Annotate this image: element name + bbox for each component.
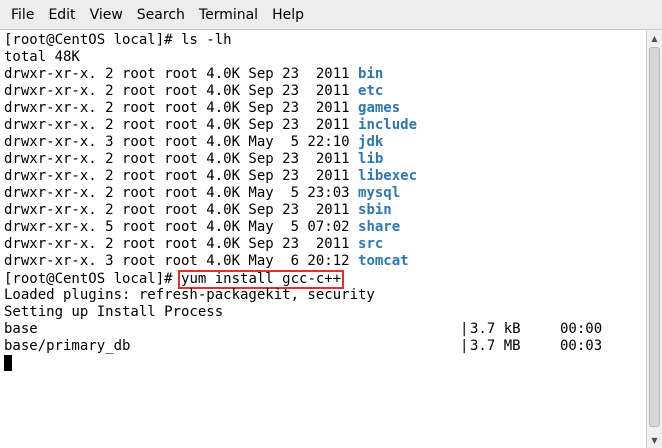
listing-perms: drwxr-xr-x. 2 root root 4.0K Sep 23 2011 — [4, 151, 359, 167]
repo-size: 3.7 kB — [470, 321, 521, 337]
repo-name: base/primary_db — [4, 338, 131, 354]
listing-row: drwxr-xr-x. 2 root root 4.0K Sep 23 2011… — [4, 202, 644, 219]
repo-size: 3.7 MB — [470, 338, 521, 354]
prompt-line: [root@CentOS local]# ls -lh — [4, 32, 232, 48]
listing-row: drwxr-xr-x. 2 root root 4.0K Sep 23 2011… — [4, 117, 644, 134]
menu-file[interactable]: File — [4, 0, 41, 30]
terminal-output[interactable]: [root@CentOS local]# ls -lh total 48K dr… — [4, 30, 644, 448]
directory-name: games — [358, 100, 401, 116]
repo-separator: | — [460, 338, 469, 354]
repo-time: 00:00 — [560, 321, 603, 337]
listing-perms: drwxr-xr-x. 2 root root 4.0K Sep 23 2011 — [4, 202, 359, 218]
listing-row: drwxr-xr-x. 2 root root 4.0K Sep 23 2011… — [4, 151, 644, 168]
directory-name: tomcat — [358, 253, 409, 269]
listing-row: drwxr-xr-x. 2 root root 4.0K Sep 23 2011… — [4, 236, 644, 253]
listing-perms: drwxr-xr-x. 2 root root 4.0K Sep 23 2011 — [4, 168, 359, 184]
listing-perms: drwxr-xr-x. 3 root root 4.0K May 5 22:10 — [4, 134, 359, 150]
listing-perms: drwxr-xr-x. 2 root root 4.0K Sep 23 2011 — [4, 66, 359, 82]
directory-name: bin — [358, 66, 384, 82]
directory-name: jdk — [358, 134, 384, 150]
listing-row: drwxr-xr-x. 2 root root 4.0K Sep 23 2011… — [4, 168, 644, 185]
listing-perms: drwxr-xr-x. 2 root root 4.0K Sep 23 2011 — [4, 117, 359, 133]
vertical-scrollbar[interactable]: ▲ ▼ — [646, 30, 662, 448]
listing-row: drwxr-xr-x. 2 root root 4.0K May 5 23:03… — [4, 185, 644, 202]
prompt: [root@CentOS local]# — [4, 271, 182, 287]
arrow-down-icon[interactable]: ▼ — [647, 432, 662, 448]
repo-name: base — [4, 321, 38, 337]
directory-name: sbin — [358, 202, 392, 218]
menu-search[interactable]: Search — [130, 0, 192, 30]
listing-row: drwxr-xr-x. 2 root root 4.0K Sep 23 2011… — [4, 83, 644, 100]
directory-name: libexec — [358, 168, 418, 184]
listing-perms: drwxr-xr-x. 3 root root 4.0K May 6 20:12 — [4, 253, 359, 269]
directory-name: include — [358, 117, 418, 133]
listing-perms: drwxr-xr-x. 2 root root 4.0K May 5 23:03 — [4, 185, 359, 201]
listing-row: drwxr-xr-x. 2 root root 4.0K Sep 23 2011… — [4, 100, 644, 117]
repo-row: base/primary_db | 3.7 MB 00:03 — [4, 338, 644, 355]
menu-view[interactable]: View — [83, 0, 130, 30]
menu-help[interactable]: Help — [265, 0, 311, 30]
listing-row: drwxr-xr-x. 5 root root 4.0K May 5 07:02… — [4, 219, 644, 236]
directory-name: etc — [358, 83, 384, 99]
listing-row: drwxr-xr-x. 2 root root 4.0K Sep 23 2011… — [4, 66, 644, 83]
output-line: Setting up Install Process — [4, 304, 224, 320]
menu-bar: File Edit View Search Terminal Help — [0, 0, 662, 30]
listing-row: drwxr-xr-x. 3 root root 4.0K May 6 20:12… — [4, 253, 644, 270]
repo-time: 00:03 — [560, 338, 603, 354]
menu-edit[interactable]: Edit — [41, 0, 82, 30]
arrow-up-icon[interactable]: ▲ — [647, 30, 662, 46]
listing-row: drwxr-xr-x. 3 root root 4.0K May 5 22:10… — [4, 134, 644, 151]
listing-perms: drwxr-xr-x. 2 root root 4.0K Sep 23 2011 — [4, 83, 359, 99]
repo-separator: | — [460, 321, 469, 337]
text-cursor — [4, 355, 12, 371]
cursor-line — [4, 355, 644, 372]
directory-name: mysql — [358, 185, 401, 201]
directory-name: share — [358, 219, 401, 235]
directory-name: src — [358, 236, 384, 252]
repo-row: base | 3.7 kB 00:00 — [4, 321, 644, 338]
total-line: total 48K — [4, 49, 80, 65]
listing-perms: drwxr-xr-x. 2 root root 4.0K Sep 23 2011 — [4, 236, 359, 252]
prompt-line: [root@CentOS local]# yum install gcc-c++ — [4, 270, 644, 289]
scroll-thumb[interactable] — [649, 47, 660, 427]
directory-name: lib — [358, 151, 384, 167]
output-line: Loaded plugins: refresh-packagekit, secu… — [4, 287, 375, 303]
terminal-window: File Edit View Search Terminal Help [roo… — [0, 0, 662, 448]
menu-terminal[interactable]: Terminal — [192, 0, 265, 30]
listing-perms: drwxr-xr-x. 2 root root 4.0K Sep 23 2011 — [4, 100, 359, 116]
listing-perms: drwxr-xr-x. 5 root root 4.0K May 5 07:02 — [4, 219, 359, 235]
